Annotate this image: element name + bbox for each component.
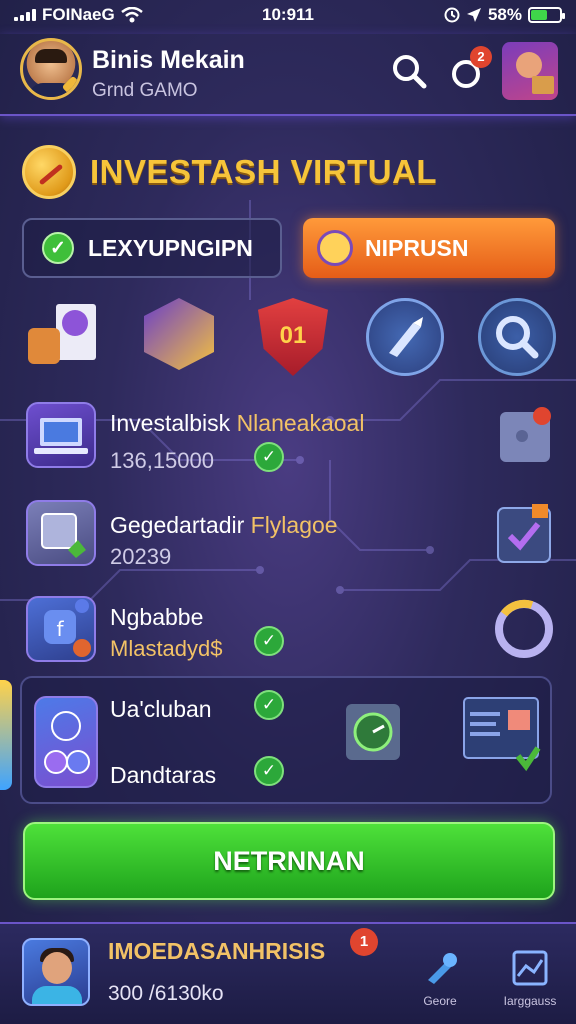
row-value: 136,15000 — [110, 448, 214, 473]
social-icon: f — [26, 596, 96, 662]
search-icon[interactable] — [390, 52, 428, 90]
check-icon: ✓ — [254, 626, 284, 656]
verified-button-label: LEXYUPNGIPN — [88, 234, 253, 261]
row-title: Investalbisk Nlaneakaoal — [110, 410, 365, 436]
check-icon: ✓ — [254, 442, 284, 472]
nav-item-iarggauss[interactable]: Iarggauss — [490, 924, 570, 1024]
check-icon: ✓ — [254, 690, 284, 720]
nav-label: Iarggauss — [503, 994, 557, 1008]
svg-text:f: f — [56, 617, 64, 641]
list-item[interactable]: Gegedartadir Flylagoe 20239 — [0, 500, 576, 576]
ticket-icon — [26, 500, 96, 566]
row-title: Ngbabbe — [110, 604, 204, 630]
list-item[interactable]: f Ngbabbe Mlastadyd$ ✓ — [0, 596, 576, 668]
cube-icon — [317, 230, 353, 266]
row-value: Mlastadyd$ — [110, 636, 223, 661]
carrier-label: FOINaeG — [42, 5, 115, 24]
clock: 10:911 — [262, 5, 314, 24]
hexagon-gem-icon[interactable] — [144, 298, 214, 370]
verified-button[interactable]: ✓ LEXYUPNGIPN — [22, 218, 282, 278]
location-icon — [466, 8, 481, 22]
bottom-title: IMOEDASANHRISIS — [108, 938, 326, 964]
rocket-icon[interactable] — [366, 298, 444, 376]
bottom-value: 300 /6130ko — [108, 982, 224, 1005]
wifi-icon — [120, 7, 143, 23]
nav-item-geore[interactable]: Geore — [400, 924, 480, 1024]
notification-button[interactable]: 2 — [450, 46, 492, 90]
nav-label: Geore — [423, 994, 457, 1008]
hero-avatar[interactable] — [502, 42, 558, 100]
magnifier-icon[interactable] — [478, 298, 556, 376]
row-value: 20239 — [110, 544, 172, 569]
row-title: Gegedartadir Flylagoe — [110, 512, 338, 538]
shield-icon[interactable]: 01 — [258, 298, 328, 376]
user-avatar[interactable] — [20, 38, 82, 100]
side-drawer-tab[interactable] — [0, 680, 12, 790]
profile-avatar[interactable] — [22, 938, 90, 1006]
clock-icon[interactable] — [342, 698, 404, 769]
premium-button[interactable]: NIPRUSN — [303, 218, 555, 278]
chart-icon — [512, 950, 548, 986]
wrench-icon — [428, 953, 457, 984]
bottom-bar: IMOEDASANHRISIS 300 /6130ko 1 Geore Iarg… — [0, 922, 576, 1024]
user-name: Binis Mekain — [92, 46, 245, 74]
page-title: INVESTASH VIRTUAL — [90, 153, 438, 190]
battery-icon — [528, 7, 565, 23]
laptop-icon — [26, 402, 96, 468]
toggle-icon — [34, 696, 98, 788]
badge-icon[interactable] — [498, 406, 552, 469]
coin-icon — [22, 145, 76, 199]
dashboard-icon[interactable] — [462, 694, 542, 779]
premium-button-label: NIPRUSN — [365, 234, 469, 261]
signal-icon — [14, 9, 36, 21]
check-icon: ✓ — [42, 232, 74, 264]
ring-icon[interactable] — [492, 596, 556, 667]
battery-percent: 58% — [487, 5, 522, 24]
panel-line-2: Dandtaras — [110, 762, 217, 788]
bottom-notification-badge: 1 — [350, 928, 378, 956]
section-title-row: INVESTASH VIRTUAL — [22, 142, 437, 202]
panel-line-1: Ua'cluban — [110, 696, 212, 722]
status-bar: FOINaeG 10:911 58% — [0, 0, 576, 30]
user-subtitle: Grnd GAMO — [92, 80, 198, 101]
shield-number: 01 — [279, 322, 307, 349]
list-item[interactable]: Investalbisk Nlaneakaoal 136,15000 ✓ — [0, 402, 576, 478]
checklist-icon[interactable] — [494, 502, 554, 571]
category-icon-strip: 01 — [0, 298, 576, 378]
details-panel: Ua'cluban ✓ Dandtaras ✓ — [20, 676, 552, 804]
check-icon: ✓ — [254, 756, 284, 786]
app-header: Binis Mekain Grnd GAMO 2 — [0, 34, 576, 116]
document-lock-icon[interactable] — [26, 298, 100, 372]
alarm-icon — [444, 7, 460, 23]
notification-badge: 2 — [470, 46, 492, 68]
primary-cta-button[interactable]: NETRNNAN — [23, 822, 555, 900]
